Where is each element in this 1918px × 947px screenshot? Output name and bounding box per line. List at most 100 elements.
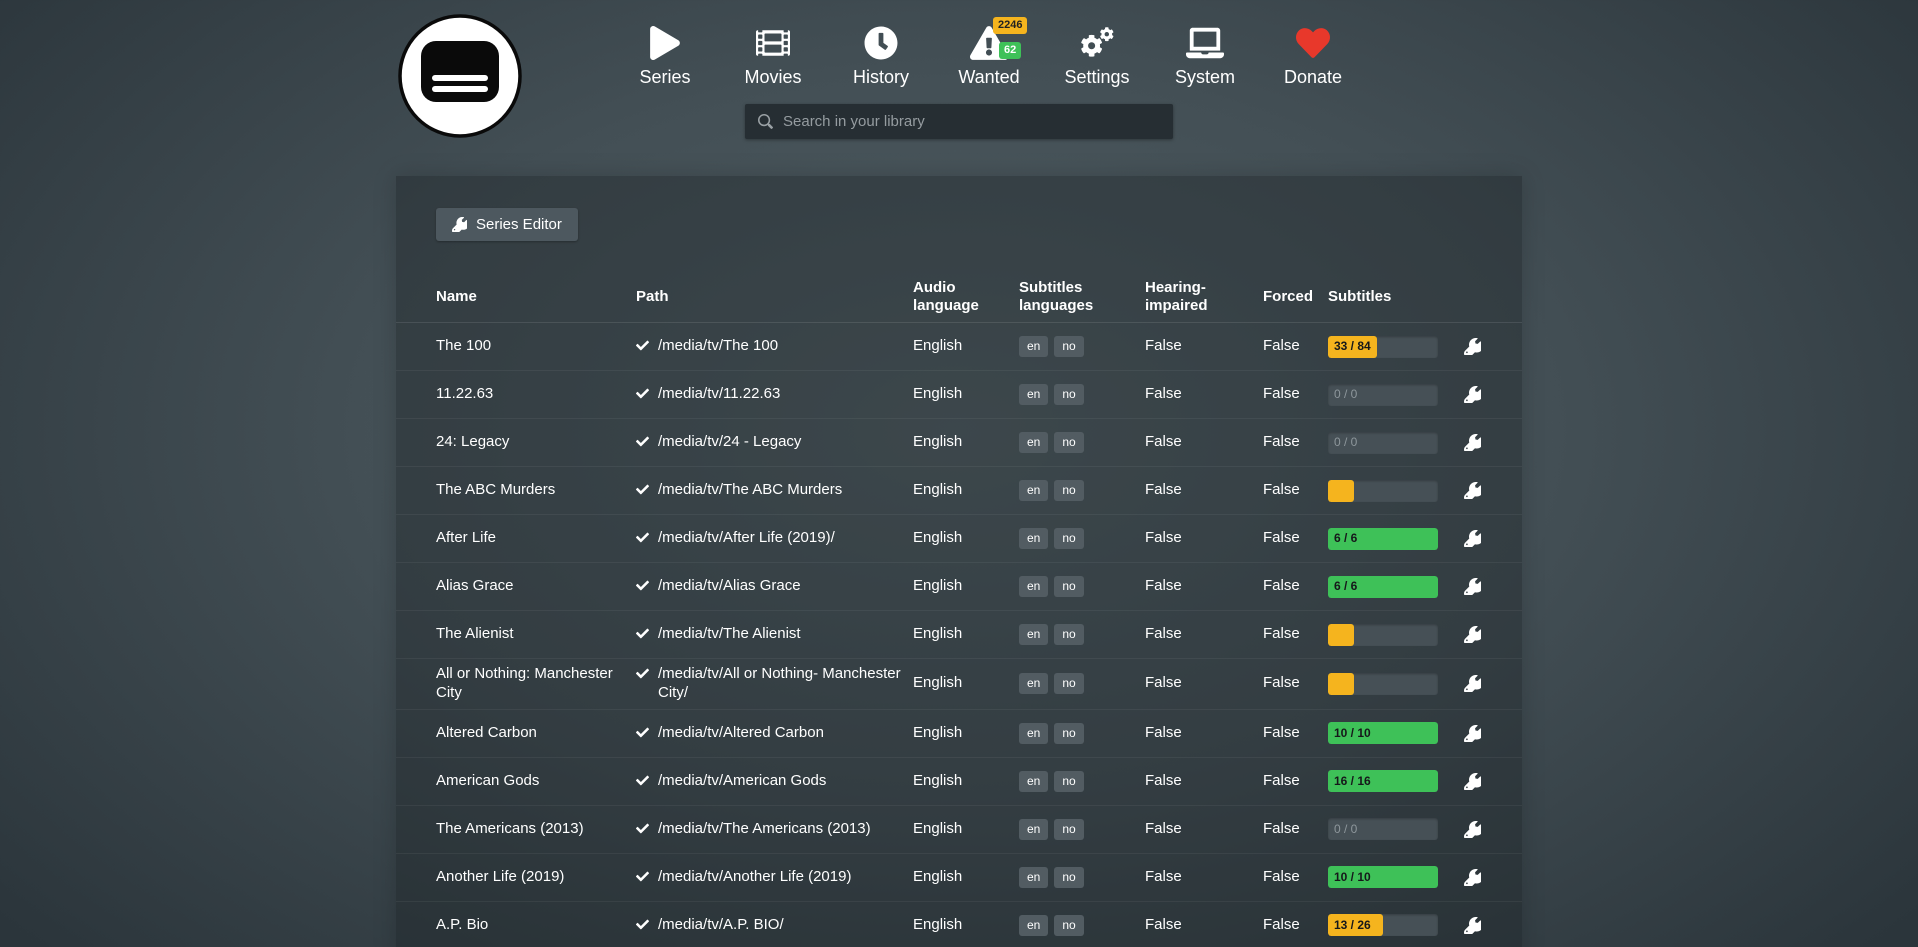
wrench-icon: [452, 217, 467, 232]
row-forced: False: [1263, 619, 1328, 650]
content-panel: Series Editor NamePathAudio languageSubt…: [396, 176, 1522, 947]
row-path: /media/tv/After Life (2019)/: [636, 523, 913, 554]
row-hearing-impaired: False: [1145, 862, 1263, 893]
bazarr-logo[interactable]: [396, 12, 524, 140]
edit-series-button[interactable]: [1460, 526, 1485, 551]
row-actions: [1458, 616, 1498, 653]
row-hearing-impaired: False: [1145, 910, 1263, 941]
row-path: /media/tv/24 - Legacy: [636, 427, 913, 458]
table-row: The 100/media/tv/The 100EnglishennoFalse…: [396, 323, 1522, 371]
nav-item-label: System: [1175, 67, 1235, 88]
row-subtitles: 33 / 84: [1328, 330, 1458, 364]
row-name: Alias Grace: [436, 571, 636, 602]
row-forced: False: [1263, 379, 1328, 410]
row-subtitle-languages: enno: [1019, 618, 1145, 651]
edit-series-button[interactable]: [1460, 671, 1485, 696]
row-subtitles: 10 / 10: [1328, 860, 1458, 894]
row-audio-language: English: [913, 814, 1019, 845]
row-path: /media/tv/All or Nothing- Manchester Cit…: [636, 659, 913, 709]
row-path: /media/tv/Altered Carbon: [636, 718, 913, 749]
edit-series-button[interactable]: [1460, 622, 1485, 647]
row-audio-language: English: [913, 475, 1019, 506]
check-icon: [636, 918, 649, 931]
check-icon: [636, 339, 649, 352]
progress-label: 0 / 0: [1328, 822, 1357, 837]
subtitle-language-badge: no: [1054, 384, 1083, 405]
wrench-icon: [1464, 725, 1481, 742]
row-path: /media/tv/A.P. BIO/: [636, 910, 913, 941]
row-hearing-impaired: False: [1145, 475, 1263, 506]
row-forced: False: [1263, 571, 1328, 602]
row-subtitle-languages: enno: [1019, 717, 1145, 750]
play-icon: [646, 26, 684, 60]
nav-item-wanted[interactable]: Wanted224662: [949, 26, 1029, 88]
check-icon: [636, 387, 649, 400]
edit-series-button[interactable]: [1460, 865, 1485, 890]
progress-fill: 16 / 16: [1328, 770, 1438, 792]
series-editor-button[interactable]: Series Editor: [436, 208, 578, 241]
row-path: /media/tv/The 100: [636, 331, 913, 362]
row-audio-language: English: [913, 862, 1019, 893]
row-forced: False: [1263, 862, 1328, 893]
edit-series-button[interactable]: [1460, 382, 1485, 407]
row-subtitle-languages: enno: [1019, 378, 1145, 411]
column-header-name: Name: [436, 288, 636, 306]
nav-item-settings[interactable]: Settings: [1057, 26, 1137, 88]
row-audio-language: English: [913, 619, 1019, 650]
row-path: /media/tv/The Alienist: [636, 619, 913, 650]
subtitle-language-badge: no: [1054, 336, 1083, 357]
row-name: The Alienist: [436, 619, 636, 650]
row-actions: [1458, 763, 1498, 800]
row-subtitle-languages: enno: [1019, 522, 1145, 555]
row-subtitles: 16 / 16: [1328, 764, 1458, 798]
edit-series-button[interactable]: [1460, 817, 1485, 842]
row-actions: [1458, 665, 1498, 702]
nav-item-donate[interactable]: Donate: [1273, 26, 1353, 88]
subtitle-language-badge: no: [1054, 819, 1083, 840]
row-actions: [1458, 907, 1498, 944]
row-hearing-impaired: False: [1145, 571, 1263, 602]
row-hearing-impaired: False: [1145, 718, 1263, 749]
nav-item-movies[interactable]: Movies: [733, 26, 813, 88]
row-audio-language: English: [913, 718, 1019, 749]
progress-fill: 6 / 6: [1328, 528, 1438, 550]
subtitles-progress-bar: 0 / 0: [1328, 818, 1438, 840]
wrench-icon: [1464, 434, 1481, 451]
path-text: /media/tv/The 100: [658, 337, 778, 356]
edit-series-button[interactable]: [1460, 721, 1485, 746]
row-name: The ABC Murders: [436, 475, 636, 506]
progress-label: 16 / 16: [1334, 774, 1371, 789]
edit-series-button[interactable]: [1460, 430, 1485, 455]
nav-item-history[interactable]: History: [841, 26, 921, 88]
row-name: All or Nothing: Manchester City: [436, 659, 636, 709]
edit-series-button[interactable]: [1460, 769, 1485, 794]
row-forced: False: [1263, 814, 1328, 845]
nav-item-system[interactable]: System: [1165, 26, 1245, 88]
heart-icon: [1294, 26, 1332, 60]
path-text: /media/tv/The ABC Murders: [658, 481, 842, 500]
subtitle-language-badge: en: [1019, 673, 1048, 694]
row-audio-language: English: [913, 668, 1019, 699]
nav-item-series[interactable]: Series: [625, 26, 705, 88]
wrench-icon: [1464, 869, 1481, 886]
edit-series-button[interactable]: [1460, 913, 1485, 938]
row-subtitles: 0 / 0: [1328, 378, 1458, 412]
check-icon: [636, 870, 649, 883]
path-text: /media/tv/Another Life (2019): [658, 868, 851, 887]
table-body: The 100/media/tv/The 100EnglishennoFalse…: [396, 323, 1522, 947]
row-actions: [1458, 376, 1498, 413]
column-header-forced: Forced: [1263, 288, 1328, 306]
path-text: /media/tv/24 - Legacy: [658, 433, 801, 452]
edit-series-button[interactable]: [1460, 574, 1485, 599]
table-row: All or Nothing: Manchester City/media/tv…: [396, 659, 1522, 710]
row-audio-language: English: [913, 910, 1019, 941]
row-forced: False: [1263, 668, 1328, 699]
main-nav: Series Movies History Wanted224662 Settings S…: [625, 26, 1353, 88]
subtitles-progress-bar: [1328, 673, 1438, 695]
edit-series-button[interactable]: [1460, 334, 1485, 359]
search-input[interactable]: [783, 113, 1173, 130]
column-header-audio-language: Audio language: [913, 279, 1019, 315]
row-hearing-impaired: False: [1145, 619, 1263, 650]
edit-series-button[interactable]: [1460, 478, 1485, 503]
row-subtitle-languages: enno: [1019, 474, 1145, 507]
